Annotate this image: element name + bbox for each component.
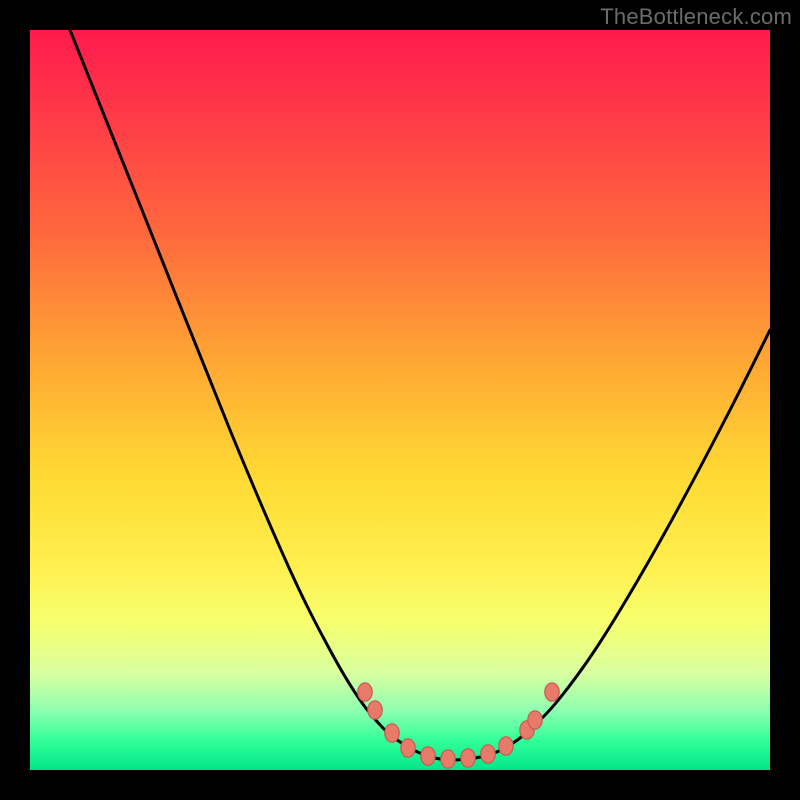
curve-markers [358, 683, 559, 768]
curve-marker [421, 747, 435, 765]
curve-marker [481, 745, 495, 763]
curve-marker [528, 711, 542, 729]
watermark-text: TheBottleneck.com [600, 4, 792, 30]
curve-marker [385, 724, 399, 742]
bottleneck-curve [70, 30, 770, 760]
curve-marker [461, 749, 475, 767]
bottleneck-curve-svg [30, 30, 770, 770]
curve-marker [358, 683, 372, 701]
chart-frame: TheBottleneck.com [0, 0, 800, 800]
plot-area [30, 30, 770, 770]
curve-marker [545, 683, 559, 701]
curve-marker [368, 701, 382, 719]
curve-marker [441, 750, 455, 768]
curve-marker [401, 739, 415, 757]
curve-marker [499, 737, 513, 755]
